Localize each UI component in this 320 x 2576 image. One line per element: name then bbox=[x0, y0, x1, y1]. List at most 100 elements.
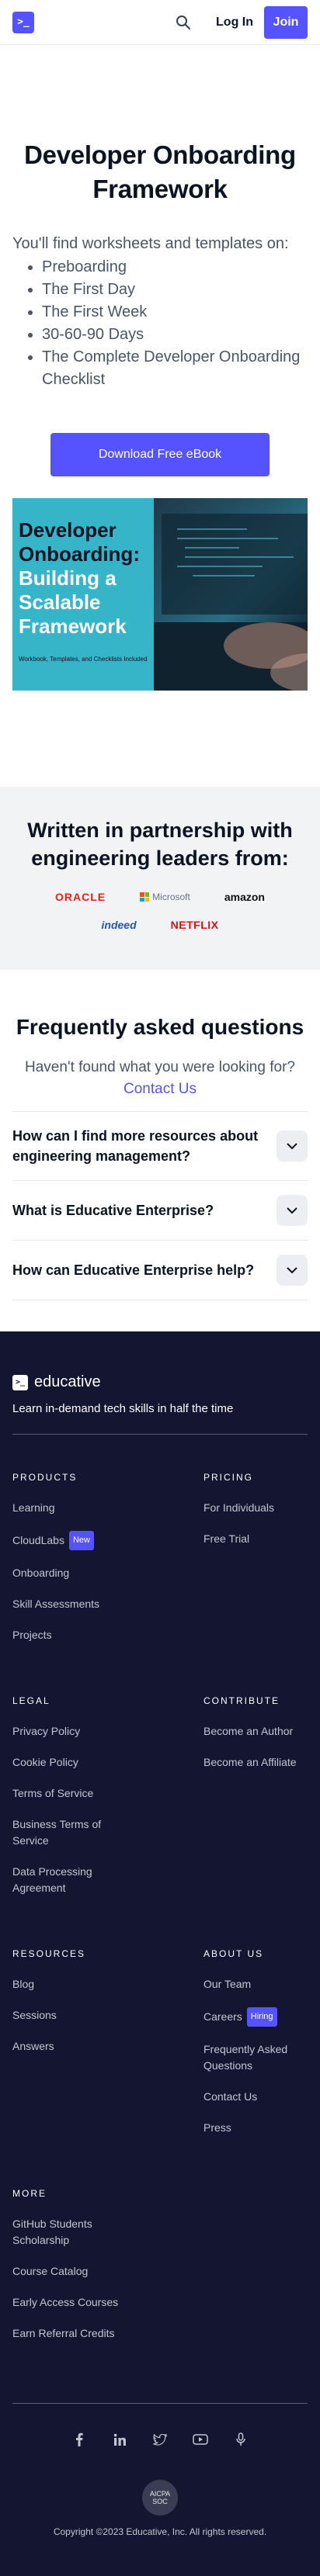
footer-heading: CONTRIBUTE bbox=[203, 1695, 280, 1706]
faq-section: Frequently asked questions Haven't found… bbox=[0, 970, 320, 1300]
footer-links-grid: PRODUCTS Learning CloudLabs New Onboardin… bbox=[12, 1435, 308, 2356]
footer-link[interactable]: Terms of Service bbox=[12, 1785, 120, 1802]
footer-link-cloudlabs[interactable]: CloudLabs New bbox=[12, 1531, 120, 1550]
faq-title: Frequently asked questions bbox=[16, 1015, 304, 1039]
aicpa-soc-seal: AICPA SOC bbox=[142, 2480, 178, 2515]
footer-col-about: ABOUT US Our Team Careers Hiring Frequent… bbox=[203, 1948, 308, 2151]
footer-link[interactable]: Our Team bbox=[203, 1976, 308, 1993]
footer-link[interactable]: Learning bbox=[12, 1500, 120, 1516]
educative-logo[interactable]: >_ bbox=[12, 11, 34, 33]
chevron-down-icon[interactable] bbox=[277, 1255, 308, 1286]
hiring-badge: Hiring bbox=[246, 2007, 277, 2027]
ebook-cover-image: Developer Onboarding: Building a Scalabl… bbox=[12, 498, 308, 691]
brand-name: educative bbox=[34, 1373, 101, 1390]
faq-sub-text: Haven't found what you were looking for? bbox=[25, 1059, 295, 1075]
footer-link-careers[interactable]: Careers Hiring bbox=[203, 2007, 308, 2027]
footer-link[interactable]: Onboarding bbox=[12, 1565, 120, 1581]
footer-link[interactable]: Sessions bbox=[12, 2007, 120, 2024]
microsoft-grid-icon bbox=[140, 892, 150, 902]
footer-link[interactable]: Frequently Asked Questions bbox=[203, 2041, 308, 2074]
footer-link[interactable]: GitHub Students Scholarship bbox=[12, 2216, 120, 2249]
footer-link[interactable]: Earn Referral Credits bbox=[12, 2325, 120, 2342]
footer-heading: RESOURCES bbox=[12, 1948, 86, 1959]
faq-question: How can I find more resources about engi… bbox=[12, 1128, 259, 1164]
login-link[interactable]: Log In bbox=[205, 16, 264, 29]
faq-question: How can Educative Enterprise help? bbox=[12, 1262, 255, 1278]
faq-item[interactable]: How can I find more resources about engi… bbox=[12, 1112, 308, 1181]
amazon-logo: amazon bbox=[224, 891, 265, 903]
oracle-logo: ORACLE bbox=[55, 891, 106, 903]
footer-link[interactable]: Privacy Policy bbox=[12, 1723, 120, 1740]
topic-item: 30-60-90 Days bbox=[42, 324, 308, 346]
hero-section: Developer Onboarding Framework You'll fi… bbox=[0, 45, 320, 691]
netflix-logo: NETFLIX bbox=[170, 919, 219, 931]
copyright-text: Copyright ©2023 Educative, Inc. All righ… bbox=[53, 2526, 267, 2537]
contact-us-link[interactable]: Contact Us bbox=[12, 1079, 308, 1100]
footer-brand[interactable]: >_ educative bbox=[12, 1373, 308, 1391]
faq-subtitle: Haven't found what you were looking for?… bbox=[12, 1057, 308, 1100]
ebook-title-line1: Developer Onboarding: bbox=[19, 518, 140, 566]
footer-link[interactable]: Skill Assessments bbox=[12, 1596, 120, 1612]
footer-link[interactable]: Early Access Courses bbox=[12, 2294, 120, 2311]
footer-link[interactable]: Contact Us bbox=[203, 2089, 308, 2105]
footer-link[interactable]: Data Processing Agreement bbox=[12, 1864, 120, 1896]
footer-heading: MORE bbox=[12, 2188, 47, 2199]
microsoft-wordmark: Microsoft bbox=[152, 892, 190, 902]
site-footer: >_ educative Learn in-demand tech skills… bbox=[0, 1331, 320, 2576]
footer-link[interactable]: Blog bbox=[12, 1976, 120, 1993]
laptop-photo bbox=[154, 498, 308, 691]
footer-link[interactable]: Press bbox=[203, 2120, 308, 2136]
indeed-logo: indeed bbox=[101, 919, 137, 931]
footer-link[interactable]: Become an Author bbox=[203, 1723, 308, 1740]
youtube-icon[interactable] bbox=[193, 2432, 208, 2447]
faq-question: What is Educative Enterprise? bbox=[12, 1203, 214, 1218]
footer-link[interactable]: Become an Affiliate bbox=[203, 1754, 308, 1771]
faq-list: How can I find more resources about engi… bbox=[12, 1111, 308, 1300]
microsoft-logo: Microsoft bbox=[140, 892, 190, 902]
ebook-subtitle: Workbook, Templates, and Checklists Incl… bbox=[19, 656, 148, 663]
topic-item: The First Day bbox=[42, 279, 308, 301]
chevron-down-icon[interactable] bbox=[277, 1130, 308, 1162]
topic-item: Preboarding bbox=[42, 256, 308, 279]
linkedin-icon[interactable] bbox=[112, 2432, 127, 2447]
footer-link-label: CloudLabs bbox=[12, 1534, 64, 1546]
footer-heading: LEGAL bbox=[12, 1695, 50, 1706]
new-badge: New bbox=[68, 1531, 94, 1550]
footer-link[interactable]: For Individuals bbox=[203, 1500, 308, 1516]
footer-tagline: Learn in-demand tech skills in half the … bbox=[12, 1402, 308, 1435]
footer-link[interactable]: Projects bbox=[12, 1627, 120, 1643]
join-button[interactable]: Join bbox=[264, 5, 308, 39]
topic-item: The Complete Developer Onboarding Checkl… bbox=[42, 346, 308, 391]
chevron-down-icon[interactable] bbox=[277, 1195, 308, 1226]
faq-item[interactable]: How can Educative Enterprise help? bbox=[12, 1241, 308, 1300]
footer-link[interactable]: Business Terms of Service bbox=[12, 1816, 120, 1849]
ebook-cover-text-panel: Developer Onboarding: Building a Scalabl… bbox=[12, 498, 154, 691]
download-ebook-button[interactable]: Download Free eBook bbox=[50, 433, 270, 476]
footer-col-legal: LEGAL Privacy Policy Cookie Policy Terms… bbox=[12, 1695, 196, 1911]
footer-heading: ABOUT US bbox=[203, 1948, 264, 1959]
footer-heading: PRICING bbox=[203, 1472, 254, 1483]
twitter-icon[interactable] bbox=[152, 2432, 168, 2447]
footer-col-pricing: PRICING For Individuals Free Trial bbox=[203, 1472, 308, 1658]
footer-col-products: PRODUCTS Learning CloudLabs New Onboardin… bbox=[12, 1472, 196, 1658]
educative-logo-icon: >_ bbox=[12, 1374, 28, 1390]
page-title: Developer Onboarding Framework bbox=[24, 140, 296, 203]
footer-col-contribute: CONTRIBUTE Become an Author Become an Af… bbox=[203, 1695, 308, 1911]
podcast-icon[interactable] bbox=[233, 2432, 249, 2447]
site-header: >_ Log In Join bbox=[0, 0, 320, 45]
hero-intro: You'll find worksheets and templates on: bbox=[12, 235, 289, 252]
footer-link[interactable]: Answers bbox=[12, 2038, 120, 2055]
topic-item: The First Week bbox=[42, 301, 308, 324]
footer-col-resources: RESOURCES Blog Sessions Answers bbox=[12, 1948, 196, 2151]
footer-link[interactable]: Course Catalog bbox=[12, 2263, 120, 2280]
faq-item[interactable]: What is Educative Enterprise? bbox=[12, 1181, 308, 1241]
social-links bbox=[12, 2403, 308, 2447]
partner-logos: ORACLE Microsoft amazon indeed NETFLIX bbox=[12, 891, 308, 931]
footer-link[interactable]: Free Trial bbox=[203, 1531, 308, 1547]
footer-link[interactable]: Cookie Policy bbox=[12, 1754, 120, 1771]
facebook-icon[interactable] bbox=[71, 2432, 87, 2447]
footer-heading: PRODUCTS bbox=[12, 1472, 78, 1483]
search-icon[interactable] bbox=[168, 7, 199, 38]
topic-list: Preboarding The First Day The First Week… bbox=[12, 256, 308, 391]
footer-col-more: MORE GitHub Students Scholarship Course … bbox=[12, 2188, 196, 2356]
